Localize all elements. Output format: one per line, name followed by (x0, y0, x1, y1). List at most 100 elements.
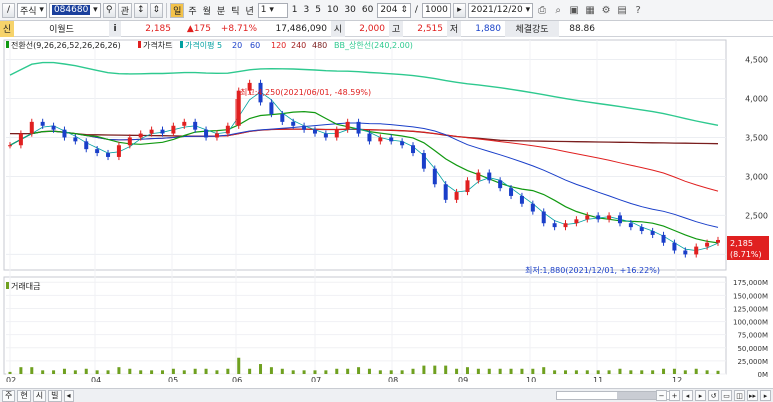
legend-bb-upper: BB_상한선(240,2.00) (334, 40, 413, 50)
grid-icon[interactable]: ▦ (583, 3, 597, 17)
spinner-button[interactable]: ⇕ (149, 2, 164, 18)
candle-body (40, 121, 45, 126)
legend-ma-120: 120 (271, 41, 286, 50)
volume-bar (52, 370, 56, 374)
price-axis-label: 4,000 (745, 94, 768, 103)
candle-body (585, 215, 590, 220)
candle-body (683, 250, 688, 255)
legend-swatch-ma (180, 41, 183, 48)
search-button[interactable]: ⚲ (102, 2, 116, 18)
x-axis-label: 10 (526, 376, 536, 382)
price-axis-label: 4,500 (745, 55, 768, 64)
prev-button[interactable]: ◂ (63, 389, 74, 402)
week-tab[interactable]: 주 (2, 389, 16, 402)
period-week-button[interactable]: 주 (186, 4, 198, 17)
settings-icon[interactable]: ⚙ (599, 3, 613, 17)
legend-swatch-conversion (6, 41, 9, 48)
volume-bar (8, 371, 12, 374)
candle-body (367, 133, 372, 142)
candle-body (334, 129, 339, 138)
candle-body (476, 172, 481, 181)
period-day-button[interactable]: 일 (170, 2, 185, 18)
candle-body (639, 227, 644, 232)
candle-body (269, 102, 274, 115)
candle-body (541, 211, 546, 224)
volume-panel (3, 276, 727, 375)
volume-bar (411, 368, 415, 374)
volume-bar (280, 368, 284, 374)
next-icon[interactable]: ▸ (760, 390, 771, 401)
volume-bar (150, 370, 154, 374)
zoom-icon[interactable]: ⌕ (551, 3, 565, 17)
zoom-out-icon[interactable]: − (656, 390, 667, 401)
chart-svg[interactable]: 4,5004,0003,5003,0002,5002,000175,000M15… (0, 37, 773, 385)
volume-bar (455, 368, 459, 374)
candle-body (596, 215, 601, 220)
end-icon[interactable]: ▸▸ (747, 390, 758, 401)
fit-icon[interactable]: ▭ (721, 390, 732, 401)
volume-bar (618, 368, 622, 374)
info-icon[interactable]: i (109, 20, 121, 37)
reset-icon[interactable]: ↺ (708, 390, 719, 401)
relation-button[interactable]: 관 (117, 2, 132, 18)
chart-area[interactable]: 4,5004,0003,5003,0002,5002,000175,000M15… (0, 37, 773, 385)
candle-body (432, 168, 437, 185)
minute-3-button[interactable]: 3 (302, 5, 312, 15)
volume-bar (313, 370, 317, 374)
stock-code-value: 084680 (51, 5, 91, 15)
candle-body (302, 125, 307, 130)
date-select[interactable]: 2021/12/20 ▾ (467, 2, 534, 18)
print-icon[interactable]: ⎙ (535, 3, 549, 17)
period-year-button[interactable]: 년 (243, 4, 255, 17)
interval-select[interactable]: 1 ▾ (257, 2, 288, 18)
scroll-right-icon[interactable]: ▸ (695, 390, 706, 401)
volume-bar (487, 368, 491, 374)
updown-button[interactable]: ↕ (133, 2, 148, 18)
volume-bar (215, 370, 219, 374)
stock-code-input[interactable]: 084680 ▾ (48, 2, 101, 18)
volume-axis-label: 100,000M (733, 319, 768, 327)
category-badge: 신 (0, 20, 14, 37)
scroll-left-icon[interactable]: ◂ (682, 390, 693, 401)
candle-body (193, 121, 198, 130)
volume-bar (95, 370, 99, 374)
minute-1-button[interactable]: 1 (290, 5, 300, 15)
x-axis-label: 12 (672, 376, 682, 382)
strength-value: 88.86 (569, 23, 595, 34)
volume-value: 17,486,090 (275, 23, 327, 34)
period-tick-button[interactable]: 틱 (229, 4, 241, 17)
volume-bar (531, 368, 535, 374)
help-icon[interactable]: ? (631, 3, 645, 17)
period-minute-button[interactable]: 분 (215, 4, 227, 17)
price-tab[interactable]: 현 (17, 389, 31, 402)
candle-body (705, 242, 710, 247)
price-panel (3, 39, 727, 271)
volume-bar (640, 370, 644, 374)
expand-icon[interactable]: ◫ (734, 390, 745, 401)
minute-5-button[interactable]: 5 (313, 5, 323, 15)
count-total-input[interactable]: 1000 (421, 2, 451, 18)
board-tab[interactable]: 빌 (48, 389, 62, 402)
bottom-bar: 주 현 시 빌 ◂ − + ◂ ▸ ↺ ▭ ◫ ▸▸ ▸ (0, 388, 773, 402)
minute-10-button[interactable]: 10 (325, 5, 340, 15)
candle-body (73, 137, 78, 142)
candle-body (160, 129, 165, 134)
minute-30-button[interactable]: 30 (342, 5, 357, 15)
count-total-value: 1000 (424, 5, 448, 15)
time-tab[interactable]: 시 (32, 389, 47, 402)
scroll-thumb[interactable] (617, 392, 657, 399)
volume-bar (607, 370, 611, 374)
apply-button[interactable]: ▸ (452, 2, 466, 18)
count-input[interactable]: 204 ⇕ (377, 2, 411, 18)
chart-type-button[interactable]: / (2, 2, 15, 18)
volume-bar (465, 367, 469, 374)
zoom-in-icon[interactable]: + (669, 390, 680, 401)
high-label: 고 (389, 20, 403, 37)
window-icon[interactable]: ▣ (567, 3, 581, 17)
market-select[interactable]: 주식 ▾ (17, 2, 47, 18)
candle-body (51, 125, 56, 130)
period-month-button[interactable]: 월 (201, 4, 213, 17)
save-icon[interactable]: ▤ (615, 3, 629, 17)
volume-bar (672, 368, 676, 374)
minute-60-button[interactable]: 60 (360, 5, 375, 15)
